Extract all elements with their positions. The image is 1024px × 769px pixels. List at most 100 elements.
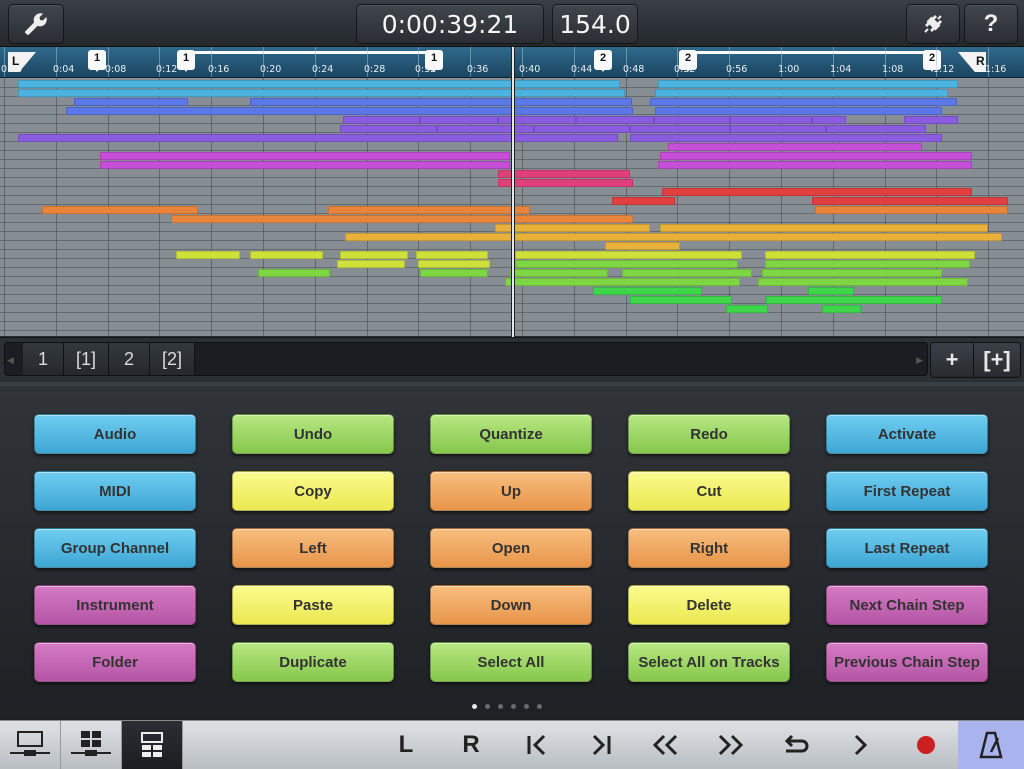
group-channel-button[interactable]: Group Channel	[34, 528, 196, 568]
event-clip[interactable]	[630, 296, 732, 304]
event-clip[interactable]	[250, 98, 632, 106]
event-clip[interactable]	[510, 269, 608, 277]
redo-button[interactable]: Redo	[628, 414, 790, 454]
event-clip[interactable]	[345, 233, 1002, 241]
event-clip[interactable]	[343, 116, 420, 124]
quantize-button[interactable]: Quantize	[430, 414, 592, 454]
page-dot[interactable]	[485, 704, 490, 709]
event-clip[interactable]	[826, 125, 926, 133]
go-to-end-button[interactable]	[576, 721, 626, 769]
down-button[interactable]: Down	[430, 585, 592, 625]
copy-button[interactable]: Copy	[232, 471, 394, 511]
delete-button[interactable]: Delete	[628, 585, 790, 625]
scene-1-bracket[interactable]: [1]	[64, 343, 109, 375]
event-clip[interactable]	[630, 125, 730, 133]
event-clip[interactable]	[258, 269, 330, 277]
midi-button[interactable]: MIDI	[34, 471, 196, 511]
next-chain-step-button[interactable]: Next Chain Step	[826, 585, 988, 625]
select-all-on-tracks-button[interactable]: Select All on Tracks	[628, 642, 790, 682]
event-clip[interactable]	[498, 116, 576, 124]
event-clip[interactable]	[418, 260, 490, 268]
right-button[interactable]: Right	[628, 528, 790, 568]
undo-button[interactable]: Undo	[232, 414, 394, 454]
folder-button[interactable]: Folder	[34, 642, 196, 682]
event-clip[interactable]	[515, 251, 742, 259]
open-button[interactable]: Open	[430, 528, 592, 568]
instrument-button[interactable]: Instrument	[34, 585, 196, 625]
event-clip[interactable]	[662, 188, 972, 196]
left-locator-button[interactable]: L	[381, 721, 431, 769]
view-mode-3-button[interactable]	[122, 721, 183, 769]
event-clip[interactable]	[495, 224, 650, 232]
event-clip[interactable]	[654, 116, 730, 124]
connect-button[interactable]	[906, 4, 960, 44]
add-scene-bracket-button[interactable]: [+]	[973, 342, 1021, 378]
record-button[interactable]	[901, 721, 951, 769]
event-clip[interactable]	[593, 287, 702, 295]
play-button[interactable]	[836, 721, 886, 769]
left-button[interactable]: Left	[232, 528, 394, 568]
chain-marker[interactable]: 2	[594, 50, 612, 72]
event-clip[interactable]	[655, 107, 942, 115]
first-repeat-button[interactable]: First Repeat	[826, 471, 988, 511]
event-clip[interactable]	[420, 269, 488, 277]
page-dot[interactable]	[511, 704, 516, 709]
scene-1[interactable]: 1	[23, 343, 64, 375]
event-clip[interactable]	[420, 116, 498, 124]
event-clip[interactable]	[660, 224, 988, 232]
event-clip[interactable]	[505, 278, 740, 286]
chain-marker[interactable]: 1	[177, 50, 195, 72]
event-clip[interactable]	[650, 98, 957, 106]
event-clip[interactable]	[176, 251, 240, 259]
event-clip[interactable]	[100, 152, 510, 160]
event-clip[interactable]	[726, 305, 768, 313]
loop-button[interactable]	[771, 721, 821, 769]
event-clip[interactable]	[822, 305, 861, 313]
event-clip[interactable]	[42, 206, 198, 214]
right-locator-marker[interactable]: R	[958, 52, 986, 72]
right-locator-button[interactable]: R	[446, 721, 496, 769]
tempo-display[interactable]: 154.0	[552, 4, 638, 44]
add-scene-button[interactable]: +	[930, 342, 974, 378]
event-clip[interactable]	[622, 269, 752, 277]
event-clip[interactable]	[812, 197, 1008, 205]
event-clip[interactable]	[904, 116, 958, 124]
event-clip[interactable]	[515, 260, 738, 268]
previous-chain-step-button[interactable]: Previous Chain Step	[826, 642, 988, 682]
activate-button[interactable]: Activate	[826, 414, 988, 454]
event-clip[interactable]	[171, 215, 633, 223]
scene-list[interactable]: ◀ 1 [1] 2 [2] ▶	[4, 342, 928, 376]
event-clip[interactable]	[658, 161, 972, 169]
event-clip[interactable]	[815, 206, 1008, 214]
event-clip[interactable]	[340, 251, 408, 259]
duplicate-button[interactable]: Duplicate	[232, 642, 394, 682]
help-button[interactable]: ?	[964, 4, 1018, 44]
event-clip[interactable]	[660, 152, 972, 160]
event-clip[interactable]	[18, 134, 618, 142]
event-clip[interactable]	[250, 251, 323, 259]
event-clip[interactable]	[758, 278, 968, 286]
event-clip[interactable]	[812, 116, 846, 124]
event-clip[interactable]	[66, 107, 633, 115]
event-clip[interactable]	[612, 197, 675, 205]
event-clip[interactable]	[762, 269, 942, 277]
event-clip[interactable]	[730, 125, 826, 133]
event-clip[interactable]	[576, 116, 654, 124]
cut-button[interactable]: Cut	[628, 471, 790, 511]
event-clip[interactable]	[655, 89, 948, 97]
playhead[interactable]	[512, 47, 514, 337]
event-clip[interactable]	[498, 179, 633, 187]
time-display[interactable]: 0:00:39:21	[356, 4, 544, 44]
page-dot[interactable]	[472, 704, 477, 709]
page-dot[interactable]	[498, 704, 503, 709]
scene-2[interactable]: 2	[109, 343, 150, 375]
event-clip[interactable]	[658, 80, 958, 88]
event-clip[interactable]	[340, 125, 437, 133]
event-clip[interactable]	[328, 206, 530, 214]
event-clip[interactable]	[416, 251, 488, 259]
paste-button[interactable]: Paste	[232, 585, 394, 625]
page-indicator[interactable]	[470, 704, 550, 712]
settings-button[interactable]	[8, 4, 64, 44]
event-clip[interactable]	[730, 116, 812, 124]
event-clip[interactable]	[765, 251, 975, 259]
